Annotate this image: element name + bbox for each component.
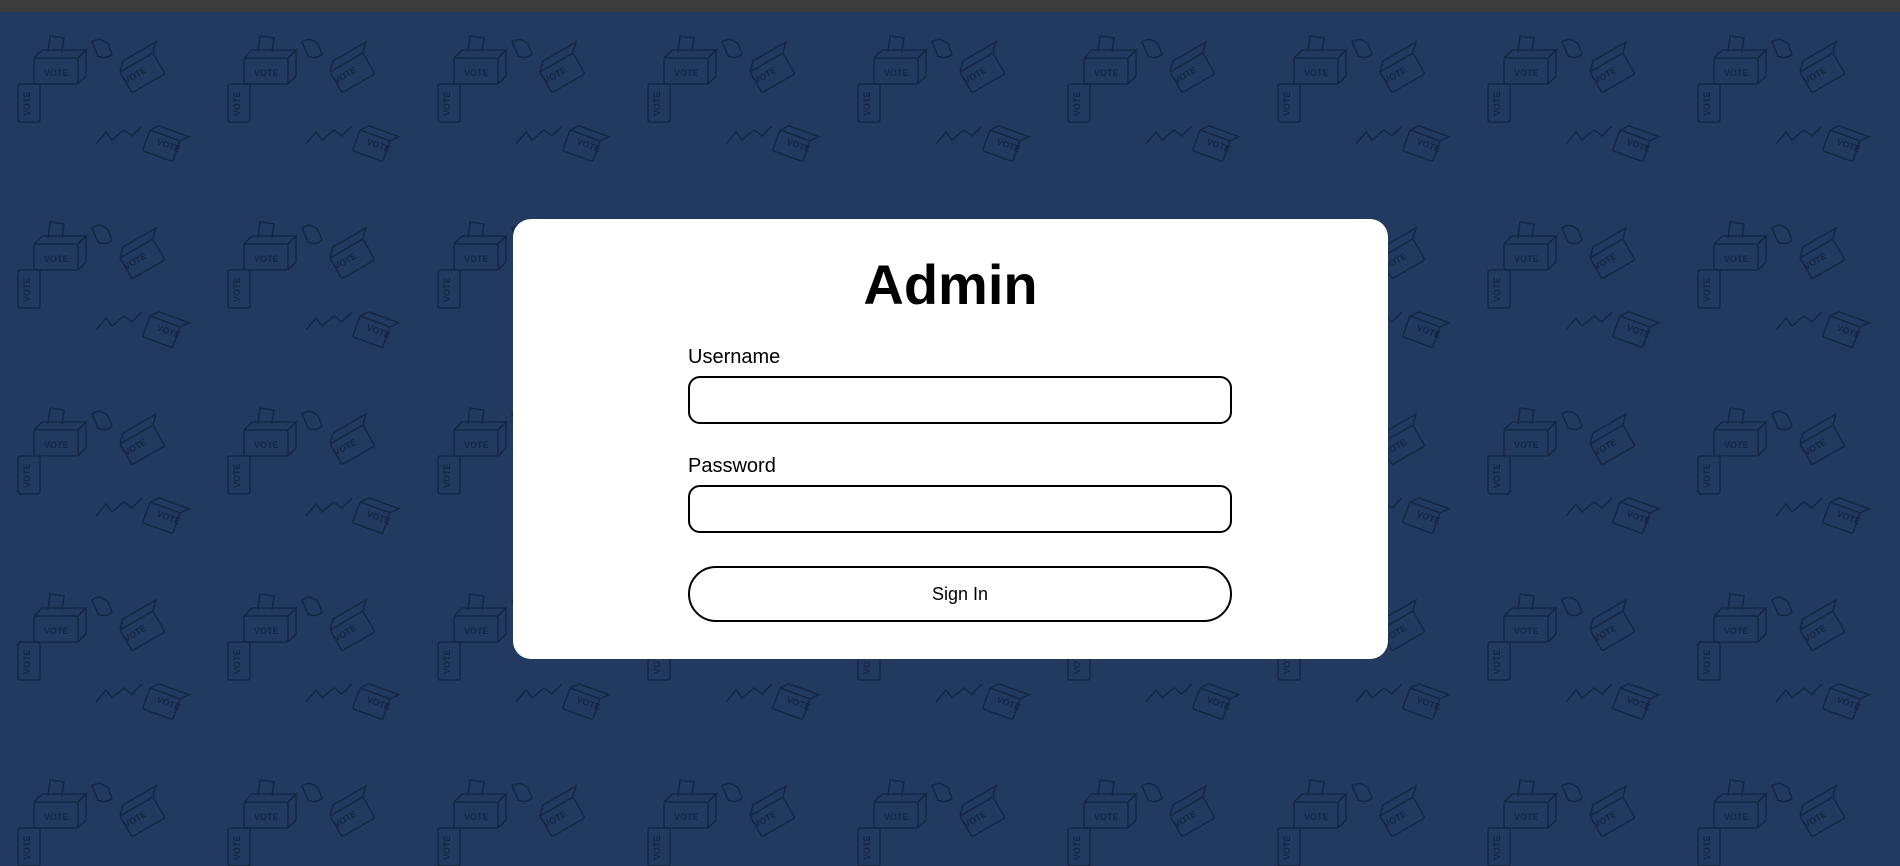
username-label: Username	[688, 346, 781, 368]
login-card: Admin Username Password Sign In	[513, 219, 1388, 659]
page-title: Admin	[863, 253, 1038, 316]
sign-in-button[interactable]: Sign In	[688, 566, 1232, 622]
browser-top-bar	[0, 0, 1900, 12]
password-label: Password	[688, 455, 776, 477]
username-input[interactable]	[688, 376, 1232, 424]
password-input[interactable]	[688, 485, 1232, 533]
